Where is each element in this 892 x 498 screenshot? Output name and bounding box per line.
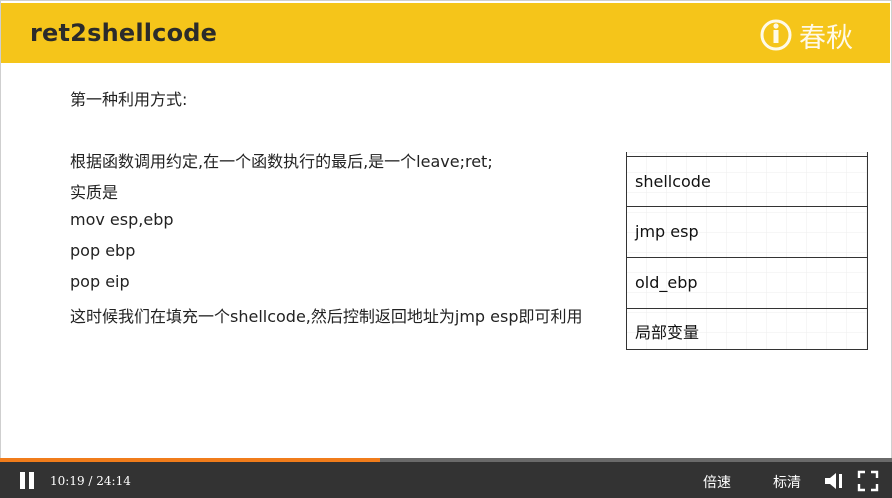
pause-button[interactable] bbox=[18, 472, 36, 490]
slide-line: mov esp,ebp bbox=[70, 210, 174, 229]
stack-cell-label: shellcode bbox=[635, 172, 711, 191]
slide-line: 实质是 bbox=[70, 183, 119, 202]
fullscreen-icon[interactable] bbox=[857, 470, 879, 492]
slide-line: 这时候我们在填充一个shellcode,然后控制返回地址为jmp esp即可利用 bbox=[70, 307, 583, 326]
stack-cell: old_ebp bbox=[626, 258, 868, 309]
slide-line: pop eip bbox=[70, 272, 130, 291]
time-readout: 10:19 / 24:14 bbox=[50, 474, 131, 488]
logo-text: 春秋 bbox=[799, 22, 853, 54]
quality-button[interactable]: 标清 bbox=[773, 472, 801, 492]
stack-cell-label: 局部变量 bbox=[635, 323, 700, 342]
slide-line: pop ebp bbox=[70, 241, 136, 260]
slide-line: 根据函数调用约定,在一个函数执行的最后,是一个leave;ret; bbox=[70, 152, 493, 171]
stack-cell: 局部变量 bbox=[626, 309, 868, 350]
speed-button[interactable]: 倍速 bbox=[703, 472, 731, 492]
ichunqiu-logo: 春秋 bbox=[759, 17, 853, 54]
player-control-bar bbox=[0, 458, 892, 498]
stack-cell-label: jmp esp bbox=[635, 222, 699, 241]
stack-cell: jmp esp bbox=[626, 207, 868, 258]
stack-diagram: shellcode jmp esp old_ebp 局部变量 bbox=[626, 152, 868, 350]
slide-line: 第一种利用方式: bbox=[70, 90, 188, 109]
stack-cell: shellcode bbox=[626, 156, 868, 207]
slide-title-bar: ret2shellcode 春秋 bbox=[1, 3, 890, 63]
stack-cell-label: old_ebp bbox=[635, 273, 698, 292]
progress-bar[interactable] bbox=[0, 458, 892, 462]
volume-icon[interactable] bbox=[823, 470, 845, 492]
progress-fill bbox=[0, 458, 380, 462]
logo-mark-icon bbox=[760, 19, 792, 51]
slide-title: ret2shellcode bbox=[30, 19, 218, 47]
